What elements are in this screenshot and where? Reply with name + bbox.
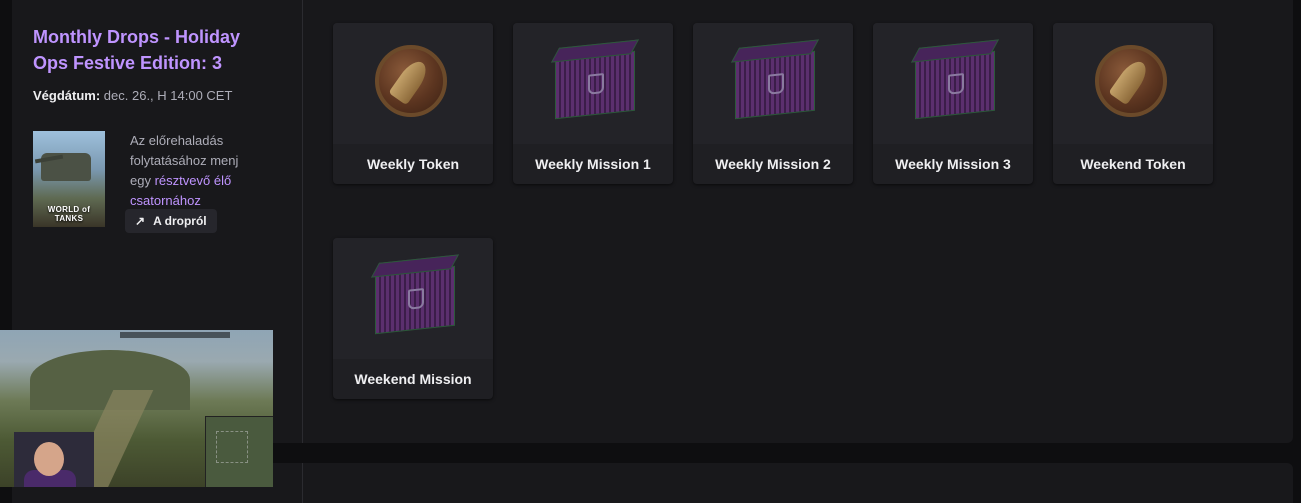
reward-weekly-mission-3[interactable]: Weekly Mission 3 [873, 23, 1033, 184]
divider [302, 463, 303, 503]
about-drop-button[interactable]: ↗ A dropról [125, 209, 217, 233]
reward-weekly-token[interactable]: Weekly Token [333, 23, 493, 184]
crate-icon [375, 265, 455, 335]
crate-icon [915, 50, 995, 120]
end-date: Végdátum: dec. 26., H 14:00 CET [33, 88, 232, 103]
game-box-art[interactable]: WORLD of TANKS [33, 131, 105, 227]
crate-icon [555, 50, 635, 120]
reward-label: Weekend Token [1080, 156, 1186, 172]
minimap [205, 416, 273, 487]
end-date-label: Végdátum: [33, 88, 101, 103]
reward-label: Weekly Mission 1 [535, 156, 651, 172]
reward-image [693, 23, 853, 144]
reward-label: Weekly Mission 3 [895, 156, 1011, 172]
reward-image [1053, 23, 1213, 144]
streamer-head [34, 442, 64, 476]
about-drop-label: A dropról [153, 214, 207, 228]
reward-weekly-mission-2[interactable]: Weekly Mission 2 [693, 23, 853, 184]
arrow-up-right-icon: ↗ [135, 214, 146, 228]
end-date-value: dec. 26., H 14:00 CET [103, 88, 233, 103]
token-icon [1095, 45, 1167, 117]
reward-weekend-token[interactable]: Weekend Token [1053, 23, 1213, 184]
reward-label: Weekend Mission [354, 371, 472, 387]
reward-weekly-mission-1[interactable]: Weekly Mission 1 [513, 23, 673, 184]
reward-image [873, 23, 1033, 144]
reward-weekend-mission[interactable]: Weekend Mission [333, 238, 493, 399]
token-icon [375, 45, 447, 117]
reward-label: Weekly Token [366, 156, 460, 172]
reward-image [333, 238, 493, 359]
reward-image [333, 23, 493, 144]
reward-image [513, 23, 673, 144]
game-hud [120, 332, 230, 338]
campaign-title: Monthly Drops - Holiday Ops Festive Edit… [33, 27, 240, 73]
game-logo: WORLD of TANKS [47, 205, 91, 223]
reward-label: Weekly Mission 2 [715, 156, 831, 172]
progress-info: Az előrehaladás folytatásához menj egy r… [130, 131, 258, 211]
crate-icon [735, 50, 815, 120]
stream-preview-video[interactable] [0, 330, 273, 487]
